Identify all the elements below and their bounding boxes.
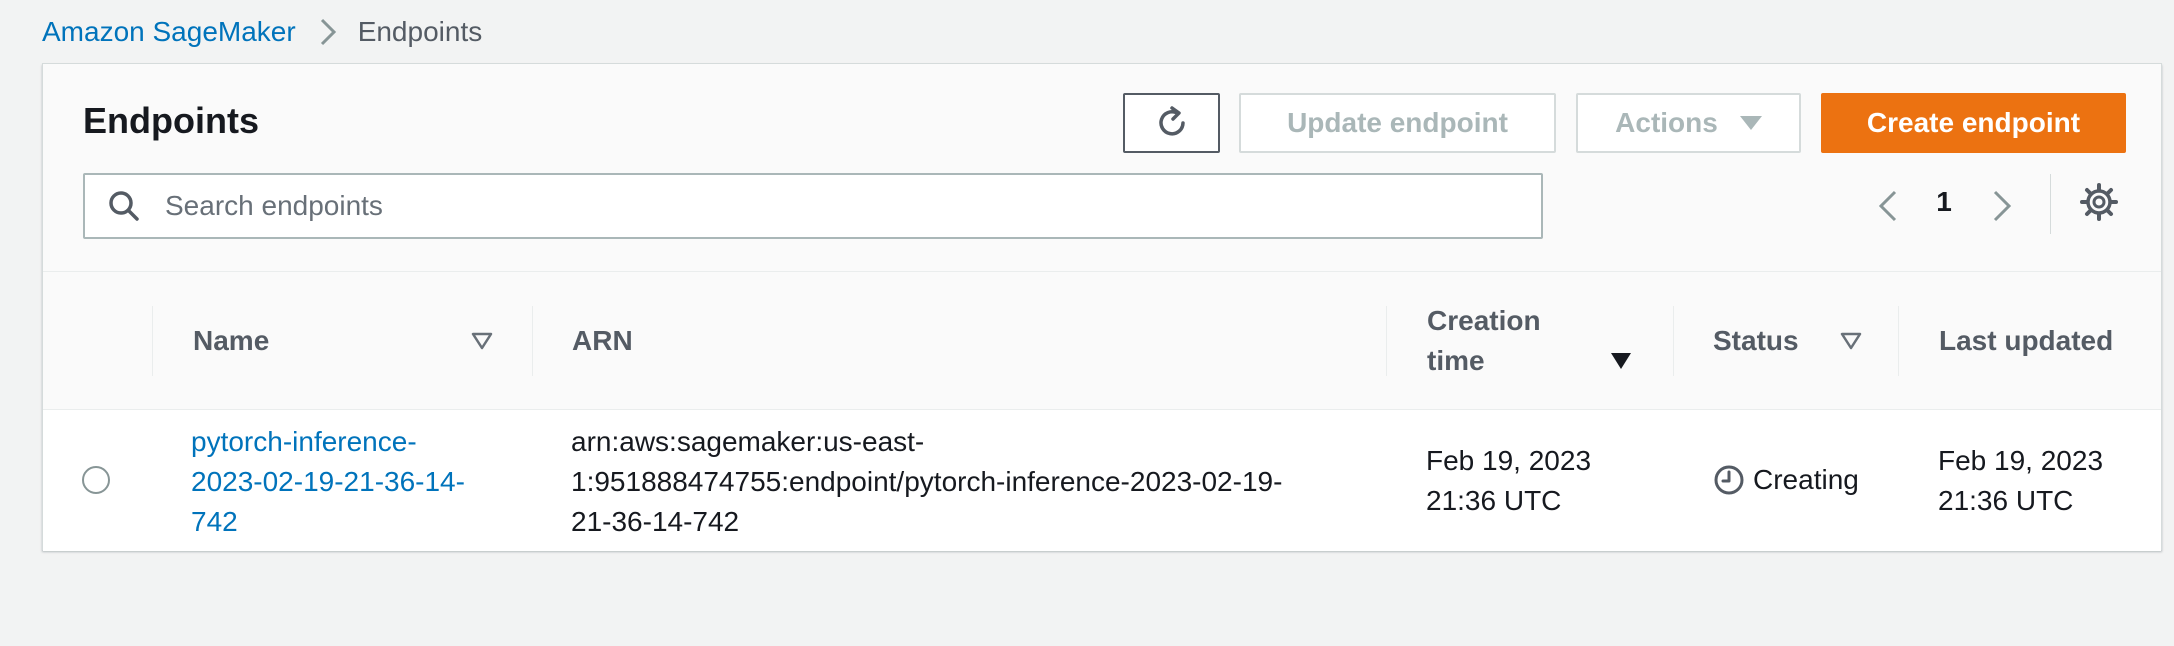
create-endpoint-button[interactable]: Create endpoint <box>1821 93 2126 153</box>
current-page-number[interactable]: 1 <box>1929 186 1959 218</box>
endpoint-name-line: pytorch-inference- <box>191 426 417 457</box>
creation-time: Feb 19, 2023 21:36 UTC <box>1426 441 1591 521</box>
column-header-status[interactable]: Status <box>1713 272 1799 410</box>
column-header-arn: ARN <box>572 325 633 356</box>
endpoint-arn-line: arn:aws:sagemaker:us-east- <box>571 426 925 457</box>
table-row[interactable]: pytorch-inference- 2023-02-19-21-36-14- … <box>43 410 2161 551</box>
creation-time-line: Feb 19, 2023 <box>1426 445 1592 476</box>
pagination-divider <box>2050 174 2051 234</box>
column-divider <box>1898 306 1899 376</box>
last-updated-line: 21:36 UTC <box>1938 485 2074 516</box>
endpoint-name-line: 2023-02-19-21-36-14- <box>191 466 465 497</box>
refresh-icon <box>1153 104 1191 142</box>
chevron-left-icon[interactable] <box>1873 188 1903 224</box>
actions-dropdown-button[interactable]: Actions <box>1576 93 1801 153</box>
table-header: Name ARN Creation time Status Last updat… <box>43 272 2161 410</box>
endpoint-arn-line: 1:951888474755:endpoint/pytorch-inferenc… <box>571 466 1283 497</box>
column-header-last-updated[interactable]: Last updated <box>1939 272 2113 410</box>
refresh-button[interactable] <box>1123 93 1220 153</box>
endpoint-name-link[interactable]: pytorch-inference- 2023-02-19-21-36-14- … <box>191 422 465 542</box>
breadcrumb: Amazon SageMaker Endpoints <box>42 14 482 50</box>
status-badge: Creating <box>1713 460 1859 500</box>
search-input[interactable] <box>165 190 1465 222</box>
column-divider <box>152 306 153 376</box>
column-divider <box>1673 306 1674 376</box>
endpoint-arn: arn:aws:sagemaker:us-east- 1:95188847475… <box>571 422 1282 542</box>
creation-label-line1: Creation <box>1427 305 1541 336</box>
search-icon <box>107 189 141 223</box>
caret-down-icon <box>1739 116 1762 130</box>
creation-time-line: 21:36 UTC <box>1426 485 1562 516</box>
table-body: pytorch-inference- 2023-02-19-21-36-14- … <box>43 410 2161 551</box>
endpoints-panel: Endpoints Update endpoint Actions Create… <box>42 63 2162 551</box>
column-header-creation-time[interactable]: Creation time <box>1427 272 1541 410</box>
endpoint-arn-line: 21-36-14-742 <box>571 506 740 537</box>
pagination: 1 <box>1873 176 2033 236</box>
row-select-radio[interactable] <box>82 466 110 494</box>
creation-label-line2: time <box>1427 345 1485 376</box>
last-updated: Feb 19, 2023 21:36 UTC <box>1938 441 2103 521</box>
status-text: Creating <box>1753 464 1859 495</box>
panel-header: Endpoints Update endpoint Actions Create… <box>43 64 2161 272</box>
settings-icon[interactable] <box>2079 182 2119 222</box>
clock-icon <box>1713 464 1745 496</box>
page-title: Endpoints <box>83 100 259 141</box>
endpoint-name-line: 742 <box>191 506 238 537</box>
sort-icon[interactable] <box>1840 330 1862 352</box>
update-endpoint-button[interactable]: Update endpoint <box>1239 93 1556 153</box>
column-divider <box>532 306 533 376</box>
last-updated-line: Feb 19, 2023 <box>1938 445 2104 476</box>
breadcrumb-current: Endpoints <box>357 16 483 47</box>
chevron-right-icon[interactable] <box>1987 188 2017 224</box>
actions-label: Actions <box>1615 107 1718 138</box>
sort-descending-icon[interactable] <box>1610 350 1632 372</box>
search-box <box>83 173 1543 239</box>
breadcrumb-link-sagemaker[interactable]: Amazon SageMaker <box>42 16 296 48</box>
column-divider <box>1386 306 1387 376</box>
chevron-right-icon <box>314 14 340 50</box>
column-header-name[interactable]: Name <box>193 272 269 410</box>
sort-icon[interactable] <box>471 330 493 352</box>
